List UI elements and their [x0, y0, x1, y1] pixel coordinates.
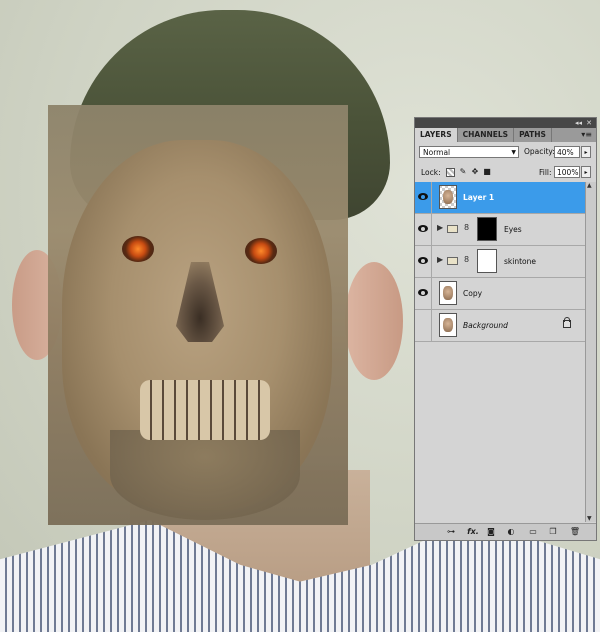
thumbnail-image	[443, 318, 453, 332]
layer-thumbnail	[439, 313, 457, 337]
layer-row-background[interactable]: Background	[415, 310, 585, 342]
visibility-toggle[interactable]	[415, 310, 432, 341]
visibility-toggle[interactable]	[415, 246, 432, 277]
layer-name: Copy	[463, 289, 483, 298]
visibility-toggle[interactable]	[415, 214, 432, 245]
blend-row: Normal ▼ Opacity: 40% ▸	[415, 142, 596, 162]
visibility-toggle[interactable]	[415, 278, 432, 309]
tab-channels[interactable]: CHANNELS	[458, 128, 515, 142]
layer-row-layer-1[interactable]: Layer 1	[415, 182, 585, 214]
fill-label: Fill:	[539, 168, 552, 177]
lock-move-icon[interactable]: ✥	[470, 167, 480, 177]
lock-label: Lock:	[421, 168, 441, 177]
eye-icon	[418, 257, 428, 264]
eye-icon	[418, 193, 428, 200]
layer-name: skintone	[504, 257, 536, 266]
trash-icon[interactable]: 🗑	[569, 527, 581, 537]
lock-transparent-icon[interactable]	[446, 168, 455, 177]
layer-name: Layer 1	[463, 193, 495, 202]
thumbnail-image	[443, 286, 453, 300]
tab-paths[interactable]: PATHS	[514, 128, 552, 142]
expand-arrow-icon[interactable]: ▶	[437, 255, 443, 264]
blend-mode-select[interactable]: Normal ▼	[419, 146, 519, 158]
opacity-input[interactable]: 40%	[554, 146, 580, 158]
close-icon[interactable]: ✕	[586, 118, 592, 128]
add-mask-icon[interactable]: ◙	[485, 527, 497, 537]
scroll-up-icon[interactable]: ▲	[587, 182, 592, 189]
expand-arrow-icon[interactable]: ▶	[437, 223, 443, 232]
collapse-icon[interactable]: ◂◂	[575, 118, 582, 128]
panel-tab-row: LAYERS CHANNELS PATHS ▾≡	[415, 128, 596, 142]
opacity-slider-button[interactable]: ▸	[581, 146, 591, 158]
panel-menu-icon[interactable]: ▾≡	[581, 130, 592, 140]
skull-teeth	[140, 380, 270, 440]
eye-icon	[418, 289, 428, 296]
folder-icon	[447, 225, 458, 233]
new-group-icon[interactable]: ▭	[527, 527, 539, 537]
tab-layers[interactable]: LAYERS	[415, 128, 458, 142]
blend-mode-value: Normal	[423, 148, 451, 157]
layer-mask-thumbnail[interactable]	[477, 249, 497, 273]
photo-right-ear	[345, 262, 403, 380]
chain-link-icon[interactable]: 8	[464, 223, 469, 232]
eye-icon	[418, 225, 428, 232]
skull-jaw	[110, 430, 300, 520]
layer-list: Layer 1 ▶ 8 Eyes ▶ 8 skintone Copy Backg…	[415, 182, 585, 522]
layer-row-skintone[interactable]: ▶ 8 skintone	[415, 246, 585, 278]
layer-name: Eyes	[504, 225, 522, 234]
lock-row: Lock: ✎ ✥ ■ Fill: 100% ▸	[415, 162, 596, 183]
panel-title-bar[interactable]: ◂◂ ✕	[415, 118, 596, 128]
link-layers-icon[interactable]: ⊶	[445, 527, 457, 537]
layer-mask-thumbnail[interactable]	[477, 217, 497, 241]
fx-icon[interactable]: fx.	[467, 527, 479, 537]
fill-input[interactable]: 100%	[554, 166, 580, 178]
glowing-right-eye	[245, 238, 277, 264]
layer-thumbnail	[439, 185, 457, 209]
chevron-down-icon: ▼	[511, 149, 516, 156]
layer-row-copy[interactable]: Copy	[415, 278, 585, 310]
folder-icon	[447, 257, 458, 265]
lock-all-icon[interactable]: ■	[482, 167, 492, 177]
layer-thumbnail	[439, 281, 457, 305]
thumbnail-image	[443, 190, 453, 204]
opacity-label: Opacity:	[524, 147, 555, 156]
lock-brush-icon[interactable]: ✎	[458, 167, 468, 177]
layer-name: Background	[463, 321, 508, 330]
chain-link-icon[interactable]: 8	[464, 255, 469, 264]
scroll-down-icon[interactable]: ▼	[587, 515, 592, 522]
lock-icon	[563, 317, 571, 328]
layer-row-eyes[interactable]: ▶ 8 Eyes	[415, 214, 585, 246]
glowing-left-eye	[122, 236, 154, 262]
new-layer-icon[interactable]: ❐	[547, 527, 559, 537]
layers-bottom-bar: ⊶ fx. ◙ ◐ ▭ ❐ 🗑	[415, 523, 596, 540]
visibility-toggle[interactable]	[415, 182, 432, 213]
layers-panel: ◂◂ ✕ LAYERS CHANNELS PATHS ▾≡ Normal ▼ O…	[414, 117, 597, 541]
adjustment-layer-icon[interactable]: ◐	[505, 527, 517, 537]
fill-slider-button[interactable]: ▸	[581, 166, 591, 178]
layers-scrollbar[interactable]: ▲ ▼	[585, 182, 596, 522]
